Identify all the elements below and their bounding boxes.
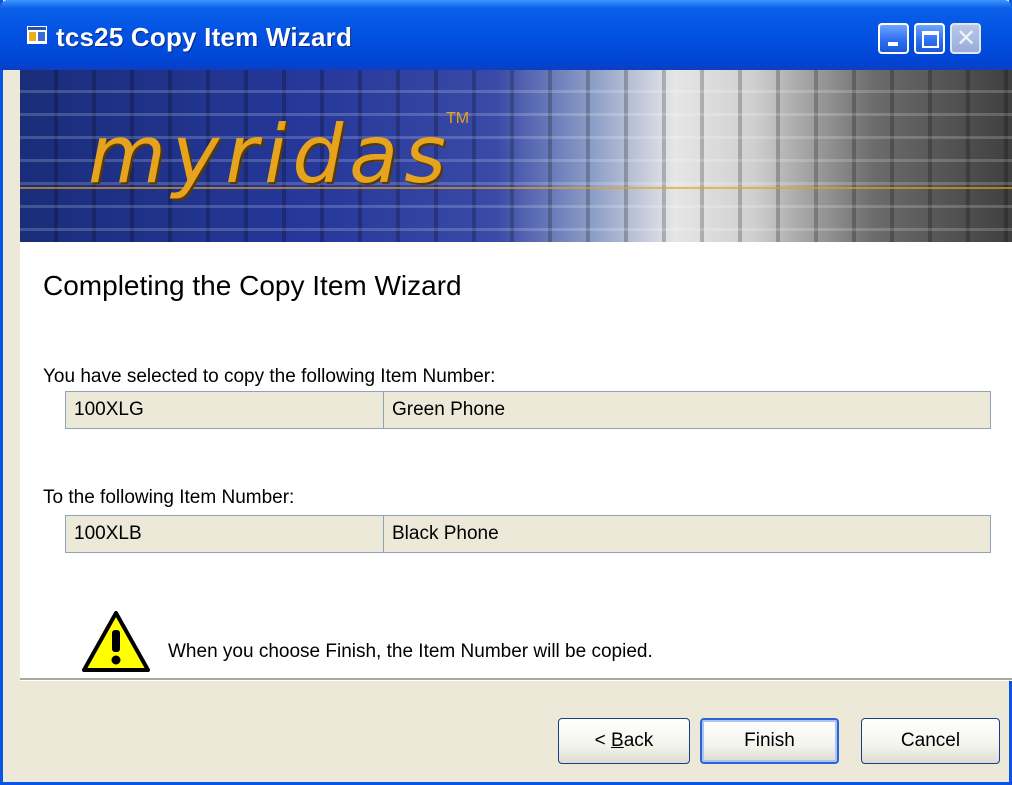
source-item-label: You have selected to copy the following … xyxy=(43,366,496,387)
back-button-prefix: < xyxy=(594,730,612,751)
back-button-label: ack xyxy=(623,730,654,751)
wizard-window: tcs25 Copy Item Wizard ✕ myridas TM Comp… xyxy=(0,0,1012,785)
target-item-label: To the following Item Number: xyxy=(43,487,295,508)
wizard-banner: myridas TM xyxy=(20,70,1012,242)
source-item-row: 100XLG Green Phone xyxy=(65,391,991,429)
wizard-app-icon xyxy=(27,26,47,44)
back-button-accelerator: B xyxy=(611,730,624,751)
wizard-content xyxy=(20,242,1012,678)
close-icon: ✕ xyxy=(956,25,977,52)
title-bar[interactable]: tcs25 Copy Item Wizard ✕ xyxy=(0,0,1012,70)
window-title: tcs25 Copy Item Wizard xyxy=(56,22,353,52)
brand-logo: myridas xyxy=(88,108,452,201)
close-button[interactable]: ✕ xyxy=(950,23,981,54)
target-item-number: 100XLB xyxy=(66,516,384,552)
finish-button[interactable]: Finish xyxy=(700,718,839,764)
page-title: Completing the Copy Item Wizard xyxy=(43,270,462,301)
target-item-row: 100XLB Black Phone xyxy=(65,515,991,553)
back-button[interactable]: < Back xyxy=(558,718,690,764)
maximize-button[interactable] xyxy=(914,23,945,54)
source-item-number: 100XLG xyxy=(66,392,384,428)
warning-message: When you choose Finish, the Item Number … xyxy=(168,641,653,662)
warning-icon xyxy=(82,611,150,672)
button-area-divider xyxy=(20,678,1012,681)
minimize-icon xyxy=(888,42,898,46)
cancel-button[interactable]: Cancel xyxy=(861,718,1000,764)
minimize-button[interactable] xyxy=(878,23,909,54)
trademark-mark: TM xyxy=(446,110,470,127)
source-item-description: Green Phone xyxy=(392,399,506,420)
maximize-icon xyxy=(922,31,939,48)
target-item-description: Black Phone xyxy=(392,523,499,544)
